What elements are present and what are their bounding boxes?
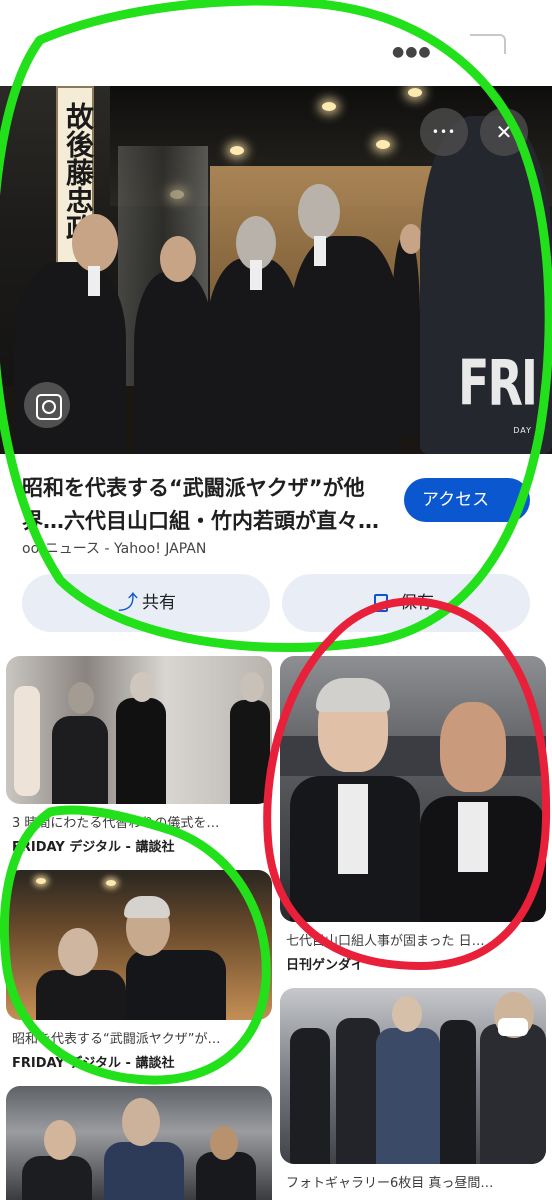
person xyxy=(126,950,226,1020)
main-image[interactable]: 故後藤忠政 FRI DAY ••• ✕ xyxy=(0,86,552,454)
thumbnail[interactable] xyxy=(280,656,546,922)
person-head xyxy=(392,996,422,1032)
thumbnail-source[interactable]: FRIDAY デジタル - 講談社 xyxy=(12,836,174,855)
thumbnail-caption[interactable]: 七代目山口組人事が固まった 日… xyxy=(286,930,485,949)
thumbnail-source[interactable]: FRIDAY デジタル - 講談社 xyxy=(12,1052,174,1071)
person-head xyxy=(210,1126,238,1160)
person xyxy=(376,1028,440,1164)
result-source[interactable]: oo!ニュース - Yahoo! JAPAN xyxy=(22,538,206,558)
person-head xyxy=(122,1098,160,1146)
person xyxy=(440,1020,476,1164)
window-corner xyxy=(470,34,506,54)
person xyxy=(290,236,400,454)
person xyxy=(22,1156,92,1200)
mask xyxy=(498,1018,528,1036)
ceiling-light xyxy=(322,102,336,111)
person xyxy=(14,262,126,454)
person-head xyxy=(130,672,154,702)
result-title-line: 界…六代目山口組・竹内若頭が直々… xyxy=(22,509,379,533)
more-horizontal-icon[interactable]: ••• xyxy=(420,108,468,156)
hand xyxy=(14,686,40,796)
ceiling-light xyxy=(408,88,422,97)
share-label: 共有 xyxy=(142,593,176,613)
thumbnail[interactable] xyxy=(6,870,272,1020)
person-head xyxy=(44,1120,76,1160)
save-button[interactable]: 保存 xyxy=(282,574,530,632)
share-button[interactable]: ⤴ 共有 xyxy=(22,574,270,632)
thumbnail[interactable] xyxy=(6,656,272,804)
result-title-line: 昭和を代表する“武闘派ヤクザ”が他 xyxy=(22,476,365,500)
thumbnail[interactable] xyxy=(280,988,546,1164)
person xyxy=(36,970,126,1020)
thumbnail[interactable] xyxy=(6,1086,272,1200)
thumbnail-source[interactable]: 日刊ゲンダイ xyxy=(286,954,364,973)
top-bar: ●●● xyxy=(0,0,552,86)
person-head xyxy=(240,672,264,702)
ceiling-light xyxy=(106,880,116,886)
person-head xyxy=(400,224,422,254)
shirt xyxy=(314,236,326,266)
result-title[interactable]: 昭和を代表する“武闘派ヤクザ”が他 界…六代目山口組・竹内若頭が直々… xyxy=(22,472,390,538)
access-button[interactable]: アクセス xyxy=(404,478,530,522)
person xyxy=(290,1028,330,1164)
person xyxy=(134,272,214,454)
person xyxy=(52,716,108,804)
person-head xyxy=(68,682,94,714)
person-head xyxy=(440,702,506,792)
person-head xyxy=(160,236,196,282)
thumbnail-caption[interactable]: 昭和を代表する“武闘派ヤクザ”が… xyxy=(12,1028,220,1047)
person xyxy=(480,1024,546,1164)
hair xyxy=(316,678,390,712)
person xyxy=(336,1018,380,1164)
shirt xyxy=(250,260,262,290)
thumbnail-caption[interactable]: フォトギャラリー6枚目 真っ昼間… xyxy=(286,1172,493,1191)
close-icon[interactable]: ✕ xyxy=(480,108,528,156)
person xyxy=(230,700,270,804)
watermark-sub: DAY xyxy=(513,426,532,435)
google-lens-icon[interactable] xyxy=(24,382,70,428)
ceiling-light xyxy=(230,146,244,155)
person-head xyxy=(298,184,340,240)
bookmark-icon xyxy=(374,594,388,612)
save-label: 保存 xyxy=(400,593,434,613)
person xyxy=(392,236,420,436)
person xyxy=(104,1142,184,1200)
share-icon: ⤴ xyxy=(118,590,138,614)
hair xyxy=(124,896,170,918)
person xyxy=(116,698,166,804)
watermark: FRI xyxy=(458,346,538,420)
thumbnail-caption[interactable]: 3 時間にわたる代替わりの儀式を… xyxy=(12,812,219,831)
person-head xyxy=(58,928,98,976)
person-head xyxy=(72,214,118,272)
shirt xyxy=(88,266,100,296)
shirt xyxy=(458,802,488,872)
more-horizontal-icon[interactable]: ●●● xyxy=(392,44,432,60)
ceiling-light xyxy=(376,140,390,149)
shirt xyxy=(338,784,368,874)
ceiling-light xyxy=(36,878,46,884)
